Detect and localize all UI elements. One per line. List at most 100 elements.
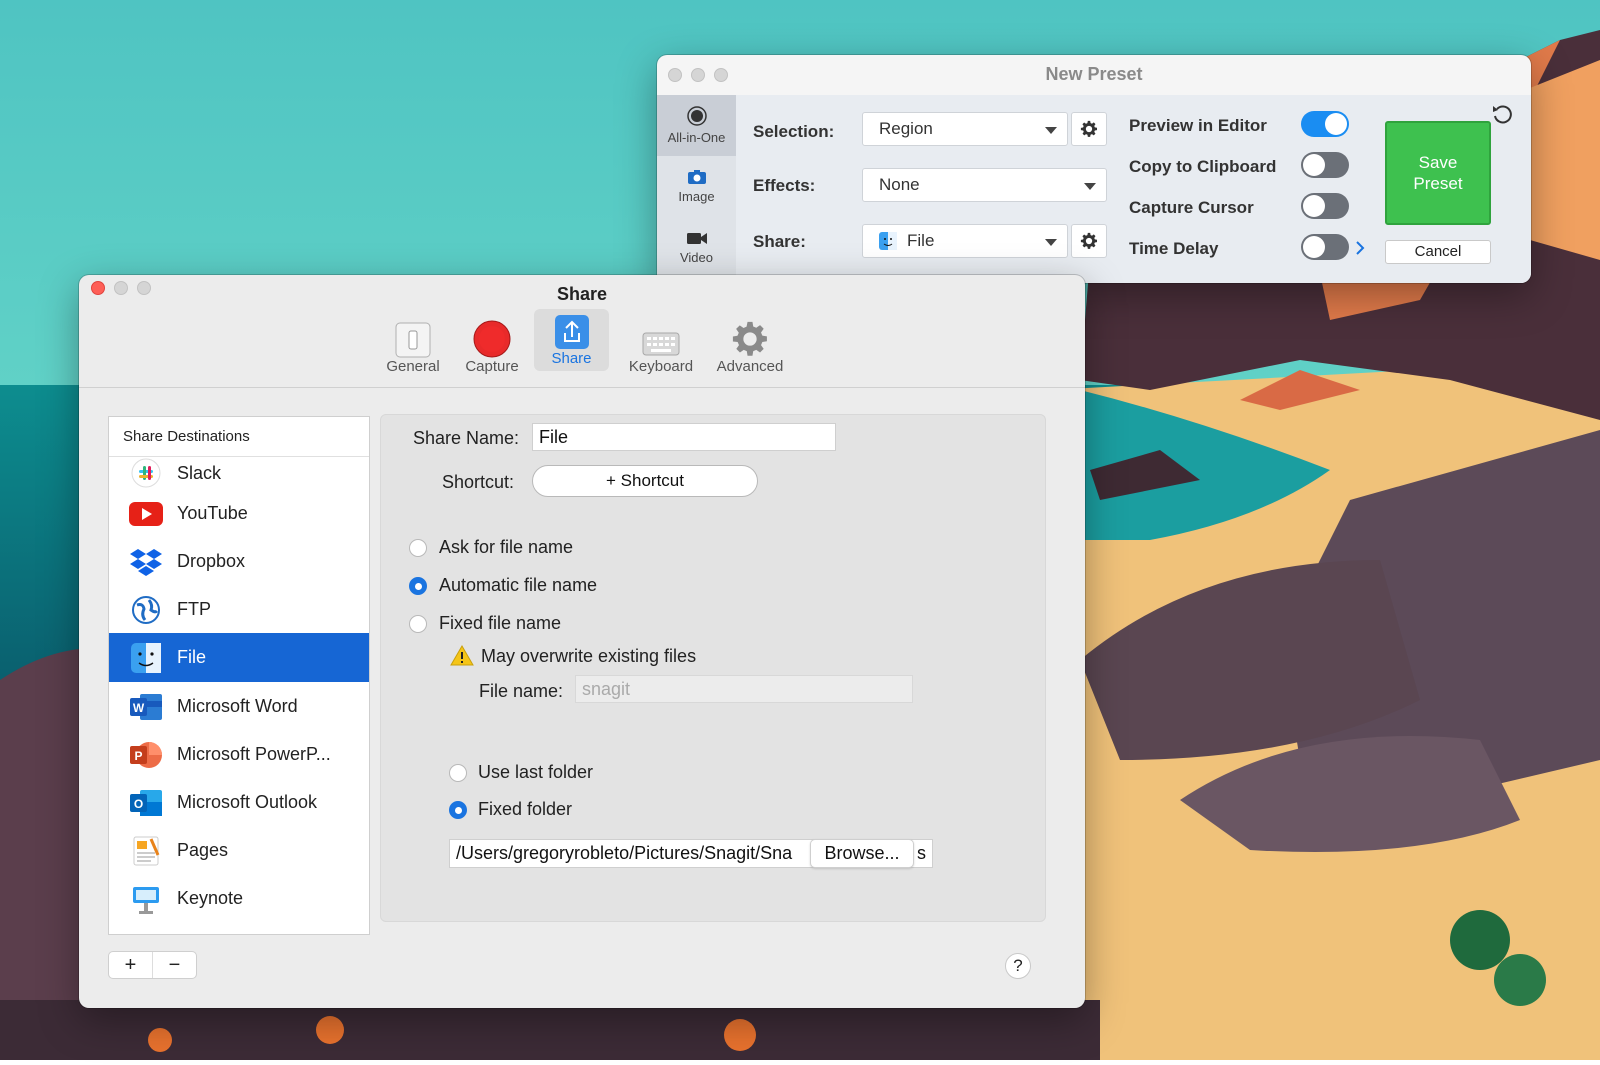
list-item-file[interactable]: File — [109, 633, 369, 682]
selection-value: Region — [879, 119, 933, 138]
list-item-label: Slack — [177, 462, 222, 483]
svg-text:P: P — [134, 749, 142, 763]
mode-all-in-one[interactable]: All-in-One — [657, 95, 736, 156]
chevron-down-icon — [1084, 183, 1096, 190]
fixed-file-name-radio[interactable] — [409, 615, 427, 633]
mode-label: All-in-One — [667, 130, 726, 145]
share-settings-button[interactable] — [1071, 224, 1107, 258]
list-item-microsoft-outlook[interactable]: O Microsoft Outlook — [109, 778, 369, 827]
share-preferences-window: Share General Capture Share Keyboard Adv… — [79, 275, 1085, 1008]
automatic-file-name-radio[interactable] — [409, 577, 427, 595]
effects-value: None — [879, 175, 920, 194]
file-name-input[interactable]: snagit — [575, 675, 913, 703]
gear-icon — [1080, 120, 1098, 137]
list-item-ftp[interactable]: FTP — [109, 585, 369, 634]
video-camera-icon — [686, 233, 707, 244]
list-item-label: Microsoft PowerP... — [177, 744, 331, 764]
share-dropdown[interactable]: File — [862, 224, 1068, 258]
keyboard-icon — [642, 332, 680, 356]
general-switch-icon — [395, 322, 431, 358]
list-item-microsoft-powerpoint[interactable]: P Microsoft PowerP... — [109, 730, 369, 779]
list-item-youtube[interactable]: YouTube — [109, 489, 369, 538]
finder-icon — [879, 232, 897, 250]
pages-icon — [129, 834, 163, 868]
effects-dropdown[interactable]: None — [862, 168, 1107, 202]
list-item-label: Microsoft Word — [177, 696, 298, 716]
shortcut-label: Shortcut: — [442, 472, 515, 492]
save-label-line1: Save — [1418, 153, 1458, 172]
microsoft-word-icon: W — [129, 690, 163, 724]
toolbar-capture[interactable]: Capture — [457, 313, 527, 375]
capture-cursor-toggle[interactable] — [1301, 193, 1349, 219]
selection-settings-button[interactable] — [1071, 112, 1107, 146]
save-label-line2: Preset — [1413, 174, 1463, 193]
share-upload-icon — [554, 315, 589, 349]
share-name-label: Share Name: — [413, 428, 520, 448]
chevron-down-icon — [1045, 127, 1057, 134]
cancel-button[interactable]: Cancel — [1385, 240, 1491, 264]
list-item-label: File — [177, 647, 207, 667]
toolbar-label: Share — [551, 350, 592, 367]
reset-icon[interactable] — [1491, 103, 1515, 127]
mode-image[interactable]: Image — [657, 156, 736, 217]
chevron-right-icon[interactable] — [1355, 241, 1365, 255]
list-item-label: Dropbox — [177, 551, 246, 571]
fixed-folder-radio[interactable] — [449, 801, 467, 819]
browse-button[interactable]: Browse... — [810, 839, 914, 868]
save-preset-button[interactable]: Save Preset — [1385, 121, 1491, 225]
list-header: Share Destinations — [109, 417, 369, 457]
copy-to-clipboard-label: Copy to Clipboard — [1129, 157, 1277, 176]
help-button[interactable]: ? — [1005, 953, 1031, 979]
microsoft-powerpoint-icon: P — [129, 738, 163, 772]
list-item-dropbox[interactable]: Dropbox — [109, 537, 369, 586]
globe-icon — [129, 593, 163, 627]
share-name-input[interactable]: File — [532, 423, 836, 451]
list-item-label: Microsoft Outlook — [177, 792, 318, 812]
preview-in-editor-label: Preview in Editor — [1129, 116, 1267, 135]
preview-in-editor-toggle[interactable] — [1301, 111, 1349, 137]
toolbar-share[interactable]: Share — [534, 309, 609, 371]
add-destination-button[interactable]: + — [109, 952, 152, 978]
svg-text:O: O — [134, 797, 143, 811]
list-item-label: Keynote — [177, 888, 244, 908]
ask-file-name-radio[interactable] — [409, 539, 427, 557]
share-destinations-list[interactable]: Share Destinations Slack YouTube Dropbox… — [108, 416, 370, 935]
share-window-title: Share — [556, 284, 608, 304]
list-item-label: YouTube — [177, 503, 248, 523]
mode-label: Image — [678, 189, 715, 204]
list-item-keynote[interactable]: Keynote — [109, 874, 369, 923]
preset-titlebar: New Preset — [657, 55, 1531, 95]
share-label: Share: — [753, 232, 806, 251]
time-delay-label: Time Delay — [1129, 239, 1219, 258]
warning-icon — [450, 645, 474, 666]
remove-destination-button[interactable]: − — [152, 952, 196, 978]
ask-file-name-label: Ask for file name — [439, 537, 574, 557]
list-item-label: Pages — [177, 840, 229, 860]
preset-window-title: New Preset — [1045, 64, 1143, 84]
share-value: File — [907, 231, 935, 250]
keynote-icon — [129, 882, 163, 916]
folder-path-text: /Users/gregoryrobleto/Pictures/Snagit/Sn… — [456, 843, 793, 863]
dropbox-icon — [129, 545, 163, 579]
use-last-folder-radio[interactable] — [449, 764, 467, 782]
folder-path-tail: s — [917, 843, 926, 863]
add-shortcut-button[interactable]: + Shortcut — [532, 465, 758, 497]
selection-label: Selection: — [753, 122, 835, 141]
toolbar-label: General — [386, 358, 440, 375]
list-item-microsoft-word[interactable]: W Microsoft Word — [109, 682, 369, 731]
selection-dropdown[interactable]: Region — [862, 112, 1068, 146]
add-remove-buttons: + − — [108, 951, 197, 979]
list-item-slack[interactable]: Slack — [109, 453, 369, 493]
list-item-pages[interactable]: Pages — [109, 826, 369, 875]
toolbar-general[interactable]: General — [381, 313, 445, 375]
copy-to-clipboard-toggle[interactable] — [1301, 152, 1349, 178]
toolbar-keyboard[interactable]: Keyboard — [620, 313, 702, 375]
time-delay-toggle[interactable] — [1301, 234, 1349, 260]
effects-label: Effects: — [753, 176, 816, 195]
file-name-label: File name: — [479, 681, 564, 701]
toolbar-advanced[interactable]: Advanced — [706, 313, 794, 375]
mode-label: Video — [679, 250, 713, 265]
gear-icon — [1080, 232, 1098, 249]
toolbar-label: Capture — [465, 358, 519, 375]
mode-video[interactable]: Video — [657, 217, 736, 278]
